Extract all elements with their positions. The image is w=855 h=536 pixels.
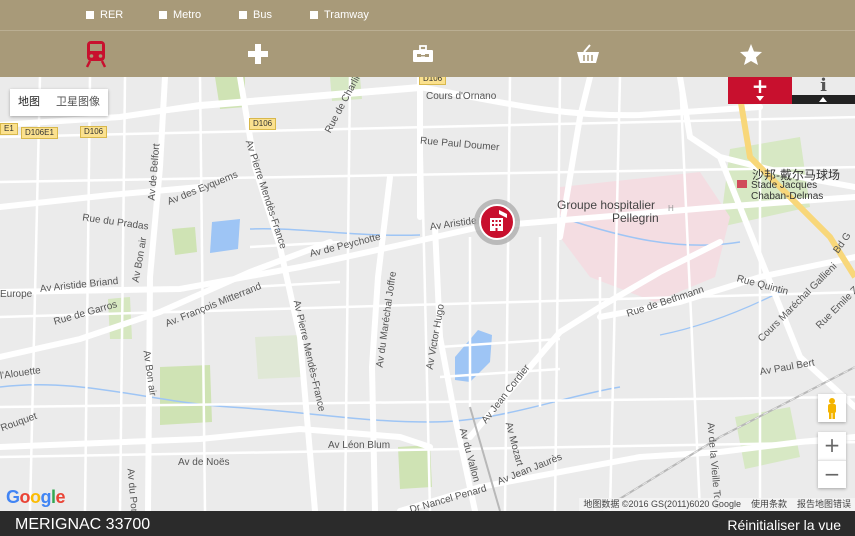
filter-label: Tramway	[324, 9, 369, 21]
category-health-button[interactable]	[238, 31, 278, 77]
street-label: Av de Noës	[178, 457, 230, 468]
place-label-hospital: Groupe hospitalier	[557, 198, 656, 212]
street-label: Av Léon Blum	[328, 440, 391, 451]
category-services-button[interactable]	[403, 31, 443, 77]
pegman-icon	[828, 398, 836, 419]
road-tag: E1	[0, 123, 18, 135]
report-error-link[interactable]: 报告地图错误	[797, 498, 851, 511]
road-tag: D106E1	[21, 127, 58, 139]
toolbox-icon	[413, 45, 433, 62]
chevron-down-icon	[756, 96, 764, 101]
medical-cross-icon	[248, 44, 268, 64]
place-label-hospital: Pellegrin	[612, 211, 659, 225]
street-label: Cours d'Ornano	[426, 91, 497, 102]
info-icon: i	[820, 77, 827, 96]
category-favorites-button[interactable]	[731, 31, 771, 77]
info-button[interactable]: i	[792, 77, 855, 104]
road-tag: D106	[249, 118, 277, 130]
hospital-marker[interactable]	[474, 199, 520, 245]
city-label: MERIGNAC 33700	[15, 516, 151, 533]
road-tag: D106	[80, 126, 108, 138]
google-logo[interactable]: Google	[6, 487, 66, 508]
chevron-up-icon	[819, 97, 827, 102]
reset-view-button[interactable]: Réinitialiser la vue	[727, 517, 841, 533]
place-label-stadium: Stade Jacques	[751, 180, 818, 191]
filter-bus[interactable]: Bus	[239, 9, 272, 21]
marker-inner	[479, 204, 515, 240]
filter-tramway[interactable]: Tramway	[310, 9, 369, 21]
map-view[interactable]: H Cours d'Ornano Rue de Charlin Rue Paul…	[0, 77, 855, 511]
star-icon	[740, 43, 762, 65]
checkbox-icon[interactable]	[159, 11, 167, 19]
transport-filter-bar: RER Metro Bus Tramway	[0, 0, 855, 30]
checkbox-icon[interactable]	[310, 11, 318, 19]
place-label-stadium: Chaban-Delmas	[751, 191, 824, 202]
train-icon	[85, 41, 107, 68]
category-bar	[0, 30, 855, 77]
hospital-building-icon	[490, 210, 507, 231]
category-transport-button[interactable]	[76, 31, 116, 77]
app-root: RER Metro Bus Tramway H Cours d'Ornano R…	[0, 0, 855, 536]
street-view-pegman[interactable]	[818, 394, 846, 422]
road-tag: D106	[419, 77, 447, 85]
add-layer-button[interactable]: +	[728, 77, 792, 104]
checkbox-icon[interactable]	[86, 11, 94, 19]
filter-rer[interactable]: RER	[86, 9, 123, 21]
terms-link[interactable]: 使用条款	[751, 498, 787, 511]
map-type-satellite-button[interactable]: 卫星图像	[48, 89, 108, 116]
filter-label: RER	[100, 9, 124, 21]
map-type-control: 地图 卫星图像	[10, 89, 108, 116]
checkbox-icon[interactable]	[239, 11, 247, 19]
filter-metro[interactable]: Metro	[159, 9, 201, 21]
zoom-in-button[interactable]: +	[818, 432, 846, 460]
map-type-map-button[interactable]: 地图	[10, 89, 48, 116]
category-shopping-button[interactable]	[568, 31, 608, 77]
street-label: Europe	[0, 289, 33, 300]
svg-text:H: H	[668, 204, 674, 213]
shopping-basket-icon	[577, 44, 599, 63]
plus-icon: +	[751, 77, 769, 98]
filter-label: Metro	[173, 9, 202, 21]
footer-bar: MERIGNAC 33700 Réinitialiser la vue	[0, 511, 855, 536]
map-attribution: 地图数据 ©2016 GS(2011)6020 Google 使用条款 报告地图…	[579, 498, 855, 511]
zoom-out-button[interactable]: −	[818, 460, 846, 488]
attribution-data: 地图数据 ©2016 GS(2011)6020 Google	[583, 499, 741, 509]
filter-label: Bus	[253, 9, 272, 21]
